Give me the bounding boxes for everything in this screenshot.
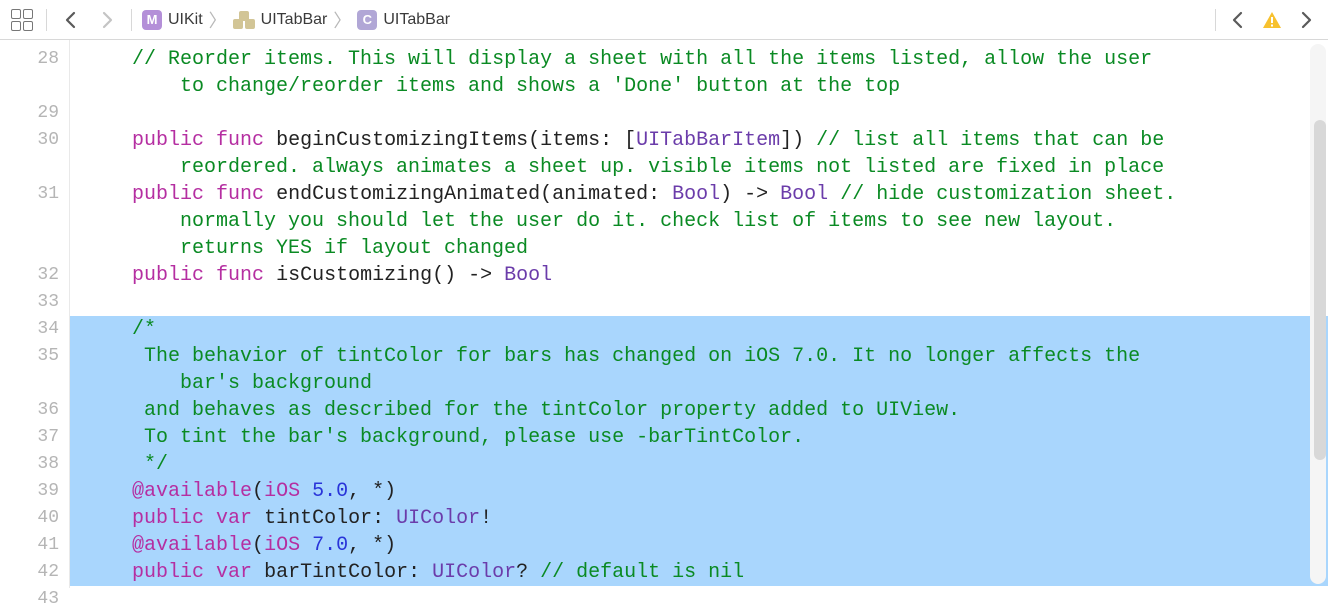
code-line[interactable]: @available(iOS 7.0, *) <box>70 532 1328 559</box>
line-number <box>0 73 59 100</box>
code-line[interactable]: to change/reorder items and shows a 'Don… <box>70 73 1328 100</box>
chevron-right-icon: 〉 <box>329 7 355 33</box>
jump-bar-right <box>1211 6 1322 34</box>
line-number: 29 <box>0 100 59 127</box>
issue-prev-button[interactable] <box>1222 6 1254 34</box>
line-number <box>0 235 59 262</box>
code-line[interactable]: public var tintColor: UIColor! <box>70 505 1328 532</box>
chevron-right-icon <box>99 10 115 30</box>
code-line[interactable]: public func endCustomizingAnimated(anima… <box>70 181 1328 208</box>
code-line[interactable]: normally you should let the user do it. … <box>70 208 1328 235</box>
line-number <box>0 154 59 181</box>
line-number: 36 <box>0 397 59 424</box>
line-number: 40 <box>0 505 59 532</box>
line-number: 34 <box>0 316 59 343</box>
line-number: 35 <box>0 343 59 370</box>
separator <box>1215 9 1216 31</box>
chevron-right-icon <box>1298 10 1314 30</box>
line-number: 28 <box>0 46 59 73</box>
scrollbar-thumb[interactable] <box>1314 120 1326 460</box>
chevron-right-icon: 〉 <box>205 7 231 33</box>
module-icon: M <box>142 10 162 30</box>
chevron-left-icon <box>63 10 79 30</box>
chevron-left-icon <box>1230 10 1246 30</box>
related-items-icon <box>11 9 33 31</box>
breadcrumb-label: UITabBar <box>383 11 450 29</box>
editor: 28293031323334353637383940414243 // Reor… <box>0 40 1328 588</box>
line-number: 37 <box>0 424 59 451</box>
line-number: 41 <box>0 532 59 559</box>
code-area[interactable]: // Reorder items. This will display a sh… <box>70 40 1328 588</box>
issue-indicator[interactable] <box>1256 6 1288 34</box>
code-line[interactable]: // Reorder items. This will display a sh… <box>70 46 1328 73</box>
class-icon: C <box>357 10 377 30</box>
code-line[interactable] <box>70 100 1328 127</box>
issue-next-button[interactable] <box>1290 6 1322 34</box>
history-back-button[interactable] <box>55 6 87 34</box>
code-line[interactable]: and behaves as described for the tintCol… <box>70 397 1328 424</box>
breadcrumb-item-uitabbar-file[interactable]: UITabBar <box>233 11 328 29</box>
breadcrumb-item-uitabbar-class[interactable]: C UITabBar <box>357 10 450 30</box>
code-line[interactable]: @available(iOS 5.0, *) <box>70 478 1328 505</box>
line-number: 31 <box>0 181 59 208</box>
code-line[interactable]: reordered. always animates a sheet up. v… <box>70 154 1328 181</box>
line-number <box>0 208 59 235</box>
related-items-button[interactable] <box>6 6 38 34</box>
warning-icon <box>1261 10 1283 30</box>
breadcrumb-label: UITabBar <box>261 11 328 29</box>
structure-icon <box>233 11 255 29</box>
separator <box>46 9 47 31</box>
line-number: 39 <box>0 478 59 505</box>
line-number: 38 <box>0 451 59 478</box>
breadcrumb-label: UIKit <box>168 11 203 29</box>
line-number: 32 <box>0 262 59 289</box>
code-line[interactable]: /* <box>70 316 1328 343</box>
code-line[interactable]: returns YES if layout changed <box>70 235 1328 262</box>
line-number: 43 <box>0 586 59 613</box>
separator <box>131 9 132 31</box>
code-line[interactable]: */ <box>70 451 1328 478</box>
code-line[interactable]: public func isCustomizing() -> Bool <box>70 262 1328 289</box>
line-number: 42 <box>0 559 59 586</box>
code-line[interactable]: public func beginCustomizingItems(items:… <box>70 127 1328 154</box>
jump-bar-left: M UIKit 〉 UITabBar 〉 C UITabBar <box>6 6 450 34</box>
code-line[interactable]: To tint the bar's background, please use… <box>70 424 1328 451</box>
breadcrumb: M UIKit 〉 UITabBar 〉 C UITabBar <box>140 7 450 33</box>
history-forward-button[interactable] <box>91 6 123 34</box>
code-line[interactable]: bar's background <box>70 370 1328 397</box>
code-line[interactable]: public var barTintColor: UIColor? // def… <box>70 559 1328 586</box>
line-number: 33 <box>0 289 59 316</box>
line-number-gutter[interactable]: 28293031323334353637383940414243 <box>0 40 70 588</box>
jump-bar: M UIKit 〉 UITabBar 〉 C UITabBar <box>0 0 1328 40</box>
code-line[interactable] <box>70 289 1328 316</box>
line-number: 30 <box>0 127 59 154</box>
code-line[interactable]: The behavior of tintColor for bars has c… <box>70 343 1328 370</box>
breadcrumb-item-uikit[interactable]: M UIKit <box>142 10 203 30</box>
line-number <box>0 370 59 397</box>
